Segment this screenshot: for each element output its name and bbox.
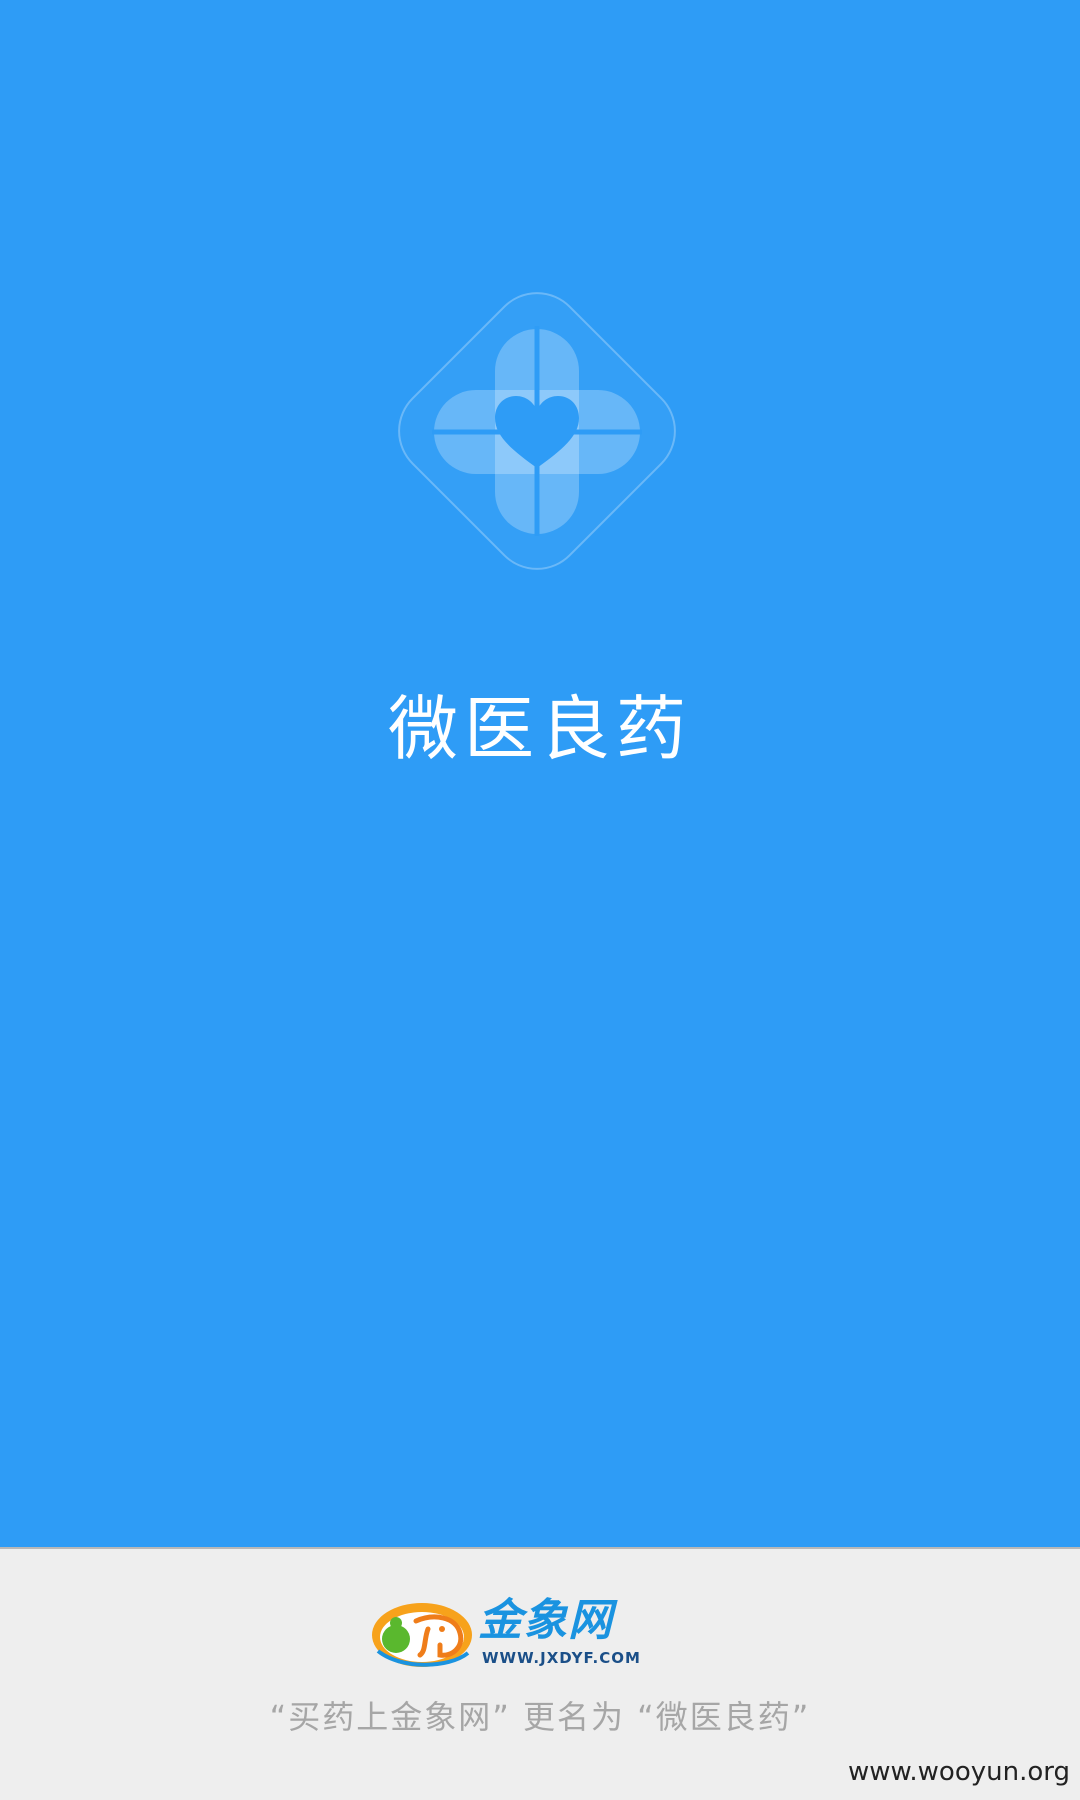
rename-notice: “买药上金象网” 更名为 “微医良药” (269, 1698, 811, 1736)
app-logo (352, 250, 722, 612)
watermark: www.wooyun.org (847, 1757, 1070, 1787)
elephant-icon (372, 1603, 472, 1667)
partner-logo: 金象网 WWW.JXDYF.COM (370, 1595, 680, 1671)
app-name: 微医良药 (388, 688, 692, 770)
splash-area: 微医良药 (0, 0, 1080, 1547)
footer: 金象网 WWW.JXDYF.COM “买药上金象网” 更名为 “微医良药” ww… (0, 1547, 1080, 1800)
splash-screen: 微医良药 金象网 WWW.JXDYF.COM “买药上金象网” 更名为 “微医良… (0, 0, 1080, 1800)
heart-cross-icon (398, 292, 676, 570)
partner-name: 金象网 (478, 1595, 613, 1646)
partner-url: WWW.JXDYF.COM (482, 1649, 641, 1667)
